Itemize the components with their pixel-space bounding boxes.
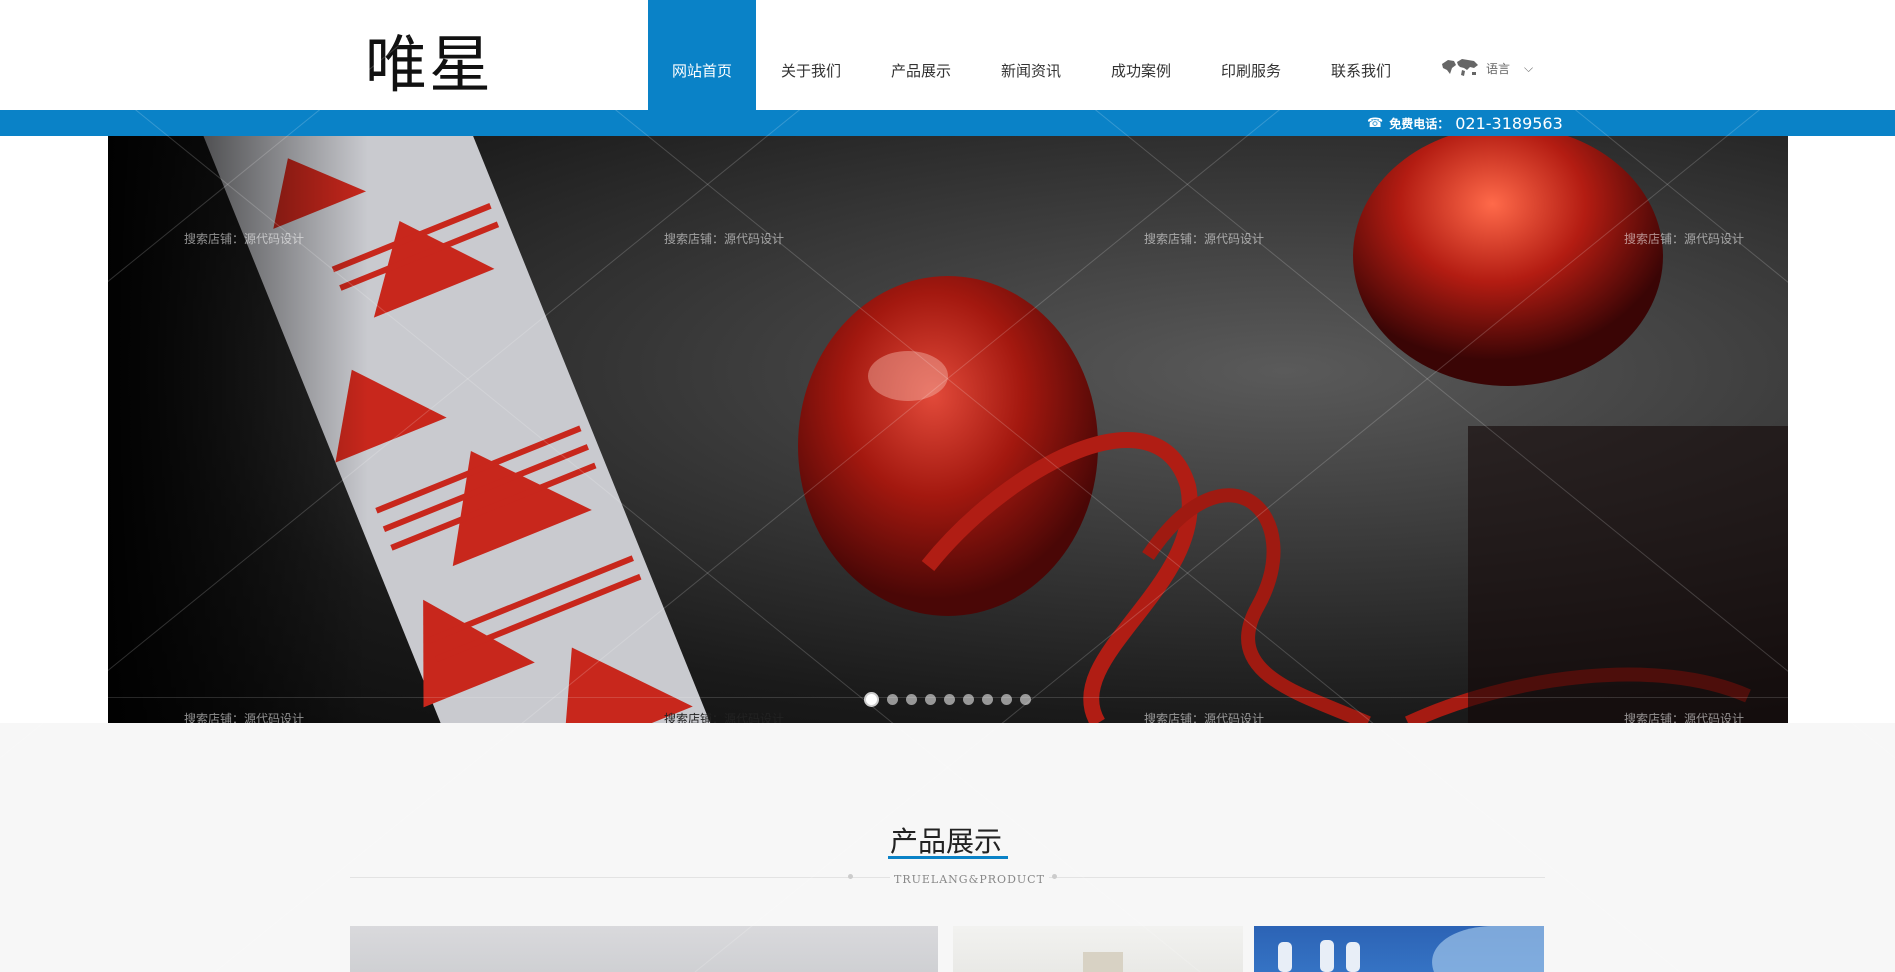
nav-item-printing[interactable]: 印刷服务 [1196,0,1306,110]
watermark-text: 搜索店铺：源代码设计 [184,232,305,246]
product-image [1278,926,1544,972]
site-header: 唯星 网站首页 关于我们 产品展示 新闻资讯 成功案例 印刷服务 联系我们 语言… [0,0,1895,110]
slider-dots [864,692,1031,707]
slider-dot-5[interactable] [944,694,955,705]
nav-item-home[interactable]: 网站首页 [648,0,756,110]
banner-image [108,136,1788,723]
language-label: 语言 [1486,61,1511,76]
product-card[interactable] [1254,926,1544,972]
hotline: ☎ 免费电话： 021-3189563 [1367,112,1563,134]
chevron-down-icon: ⌵ [1524,60,1534,75]
slider-dot-6[interactable] [963,694,974,705]
nav-item-cases[interactable]: 成功案例 [1086,0,1196,110]
slider-dot-2[interactable] [887,694,898,705]
hero-banner[interactable]: 搜索店铺：源代码设计 搜索店铺：源代码设计 搜索店铺：源代码设计 搜索店铺：源代… [108,136,1788,723]
watermark-text: 搜索店铺：源代码设计 [184,712,305,723]
phone-number: 021-3189563 [1455,113,1563,133]
watermark-text: 搜索店铺：源代码设计 [664,712,785,723]
nav-item-contact[interactable]: 联系我们 [1306,0,1416,110]
watermark-text: 搜索店铺：源代码设计 [1144,712,1265,723]
nav-item-products[interactable]: 产品展示 [866,0,976,110]
section-subtitle: TRUELANG&PRODUCT [890,873,1049,886]
watermark-text: 搜索店铺：源代码设计 [664,232,785,246]
section-title-underline [888,856,1008,859]
section-title: 产品展示 [890,825,1003,858]
watermark-text: 搜索店铺：源代码设计 [1144,232,1265,246]
nav-item-about[interactable]: 关于我们 [756,0,866,110]
phone-label: 免费电话： [1389,116,1450,131]
slider-dot-1[interactable] [864,692,879,707]
product-card[interactable] [350,926,938,972]
slider-dot-8[interactable] [1001,694,1012,705]
phone-icon: ☎ [1367,115,1384,131]
site-logo[interactable]: 唯星 [365,14,493,104]
watermark-text: 搜索店铺：源代码设计 [1624,712,1745,723]
slider-dot-3[interactable] [906,694,917,705]
language-selector[interactable]: 语言 ⌵ [1440,56,1533,80]
product-card[interactable] [953,926,1243,972]
slider-dot-9[interactable] [1020,694,1031,705]
watermark-text: 搜索店铺：源代码设计 [1624,232,1745,246]
product-image [1083,952,1123,972]
divider-dot [1052,874,1057,879]
nav-item-news[interactable]: 新闻资讯 [976,0,1086,110]
slider-dot-7[interactable] [982,694,993,705]
divider-dot [848,874,853,879]
slider-dot-4[interactable] [925,694,936,705]
main-nav: 网站首页 关于我们 产品展示 新闻资讯 成功案例 印刷服务 联系我们 [648,0,1416,110]
header-blue-bar [0,110,1895,136]
world-map-icon [1442,59,1478,76]
